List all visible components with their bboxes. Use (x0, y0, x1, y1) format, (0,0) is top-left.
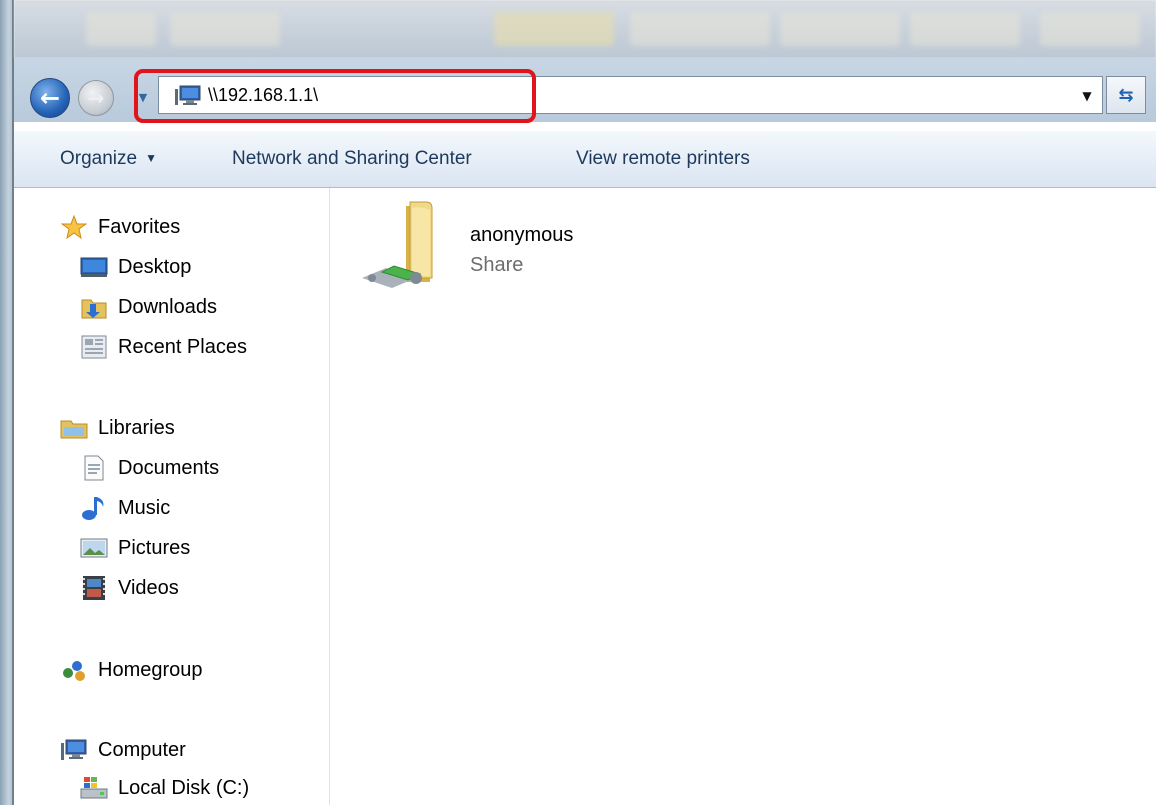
sidebar-item-libraries[interactable]: Libraries (60, 413, 175, 443)
sidebar-item-label: Homegroup (98, 658, 203, 681)
back-arrow-icon: ← (39, 84, 61, 112)
chevron-down-icon: ▼ (145, 151, 157, 165)
back-button[interactable]: ← (30, 78, 70, 118)
homegroup-icon (60, 657, 88, 683)
sidebar-item-documents[interactable]: Documents (80, 453, 219, 483)
blurred-background-tab (170, 12, 280, 46)
blurred-background-tab (494, 12, 614, 46)
downloads-icon (80, 294, 108, 320)
blurred-background-tab (1040, 12, 1140, 46)
sidebar-item-label: Videos (118, 576, 179, 599)
local-disk-icon (80, 775, 108, 801)
sidebar-item-recent-places[interactable]: Recent Places (80, 332, 247, 362)
sidebar-item-label: Libraries (98, 416, 175, 439)
sidebar-item-homegroup[interactable]: Homegroup (60, 655, 203, 685)
forward-button[interactable]: → (78, 80, 114, 116)
refresh-icon: ⇆ (1118, 84, 1134, 106)
sidebar-item-downloads[interactable]: Downloads (80, 292, 217, 322)
share-type-label: Share (470, 254, 524, 276)
blurred-background-tab (630, 12, 770, 46)
pictures-icon (80, 535, 108, 561)
sidebar-item-favorites[interactable]: Favorites (60, 212, 180, 242)
libraries-icon (60, 415, 88, 441)
sidebar-item-label: Favorites (98, 215, 181, 238)
sidebar-item-label: Documents (118, 456, 220, 479)
sidebar-item-label: Pictures (118, 536, 191, 559)
blurred-background-tab (910, 12, 1020, 46)
sidebar-item-label: Local Disk (C:) (118, 776, 250, 799)
organize-label: Organize (60, 148, 138, 169)
sidebar-item-computer[interactable]: Computer (60, 735, 186, 765)
organize-menu-button[interactable]: Organize ▼ (60, 144, 157, 174)
network-sharing-center-button[interactable]: Network and Sharing Center (232, 144, 472, 174)
sidebar-item-local-disk[interactable]: Local Disk (C:) (80, 773, 249, 803)
sidebar-item-label: Music (118, 496, 171, 519)
sidebar-item-label: Recent Places (118, 335, 247, 358)
star-icon (60, 214, 88, 240)
sidebar-item-label: Downloads (118, 295, 217, 318)
share-name[interactable]: anonymous (470, 224, 573, 247)
computer-icon (60, 737, 88, 763)
address-dropdown-button[interactable]: ▼ (1074, 82, 1100, 110)
shared-folder-icon (362, 201, 433, 288)
blurred-background-tab (86, 12, 156, 46)
forward-arrow-icon: → (87, 86, 105, 110)
address-highlight-box (134, 69, 536, 123)
sidebar-item-music[interactable]: Music (80, 493, 170, 523)
videos-icon (80, 575, 108, 601)
sidebar-item-videos[interactable]: Videos (80, 573, 179, 603)
sidebar-item-label: Desktop (118, 255, 192, 278)
recent-places-icon (80, 334, 108, 360)
music-icon (80, 495, 108, 521)
window-frame (0, 0, 14, 805)
view-remote-printers-button[interactable]: View remote printers (576, 144, 750, 174)
refresh-button[interactable]: ⇆ (1106, 76, 1146, 114)
desktop-icon (80, 254, 108, 280)
sidebar-item-pictures[interactable]: Pictures (80, 533, 190, 563)
share-folder-item[interactable] (360, 200, 620, 300)
sidebar-item-desktop[interactable]: Desktop (80, 252, 191, 282)
documents-icon (80, 455, 108, 481)
sidebar-item-label: Computer (98, 738, 186, 761)
blurred-background-tab (780, 12, 900, 46)
chevron-down-icon: ▼ (1082, 89, 1092, 103)
